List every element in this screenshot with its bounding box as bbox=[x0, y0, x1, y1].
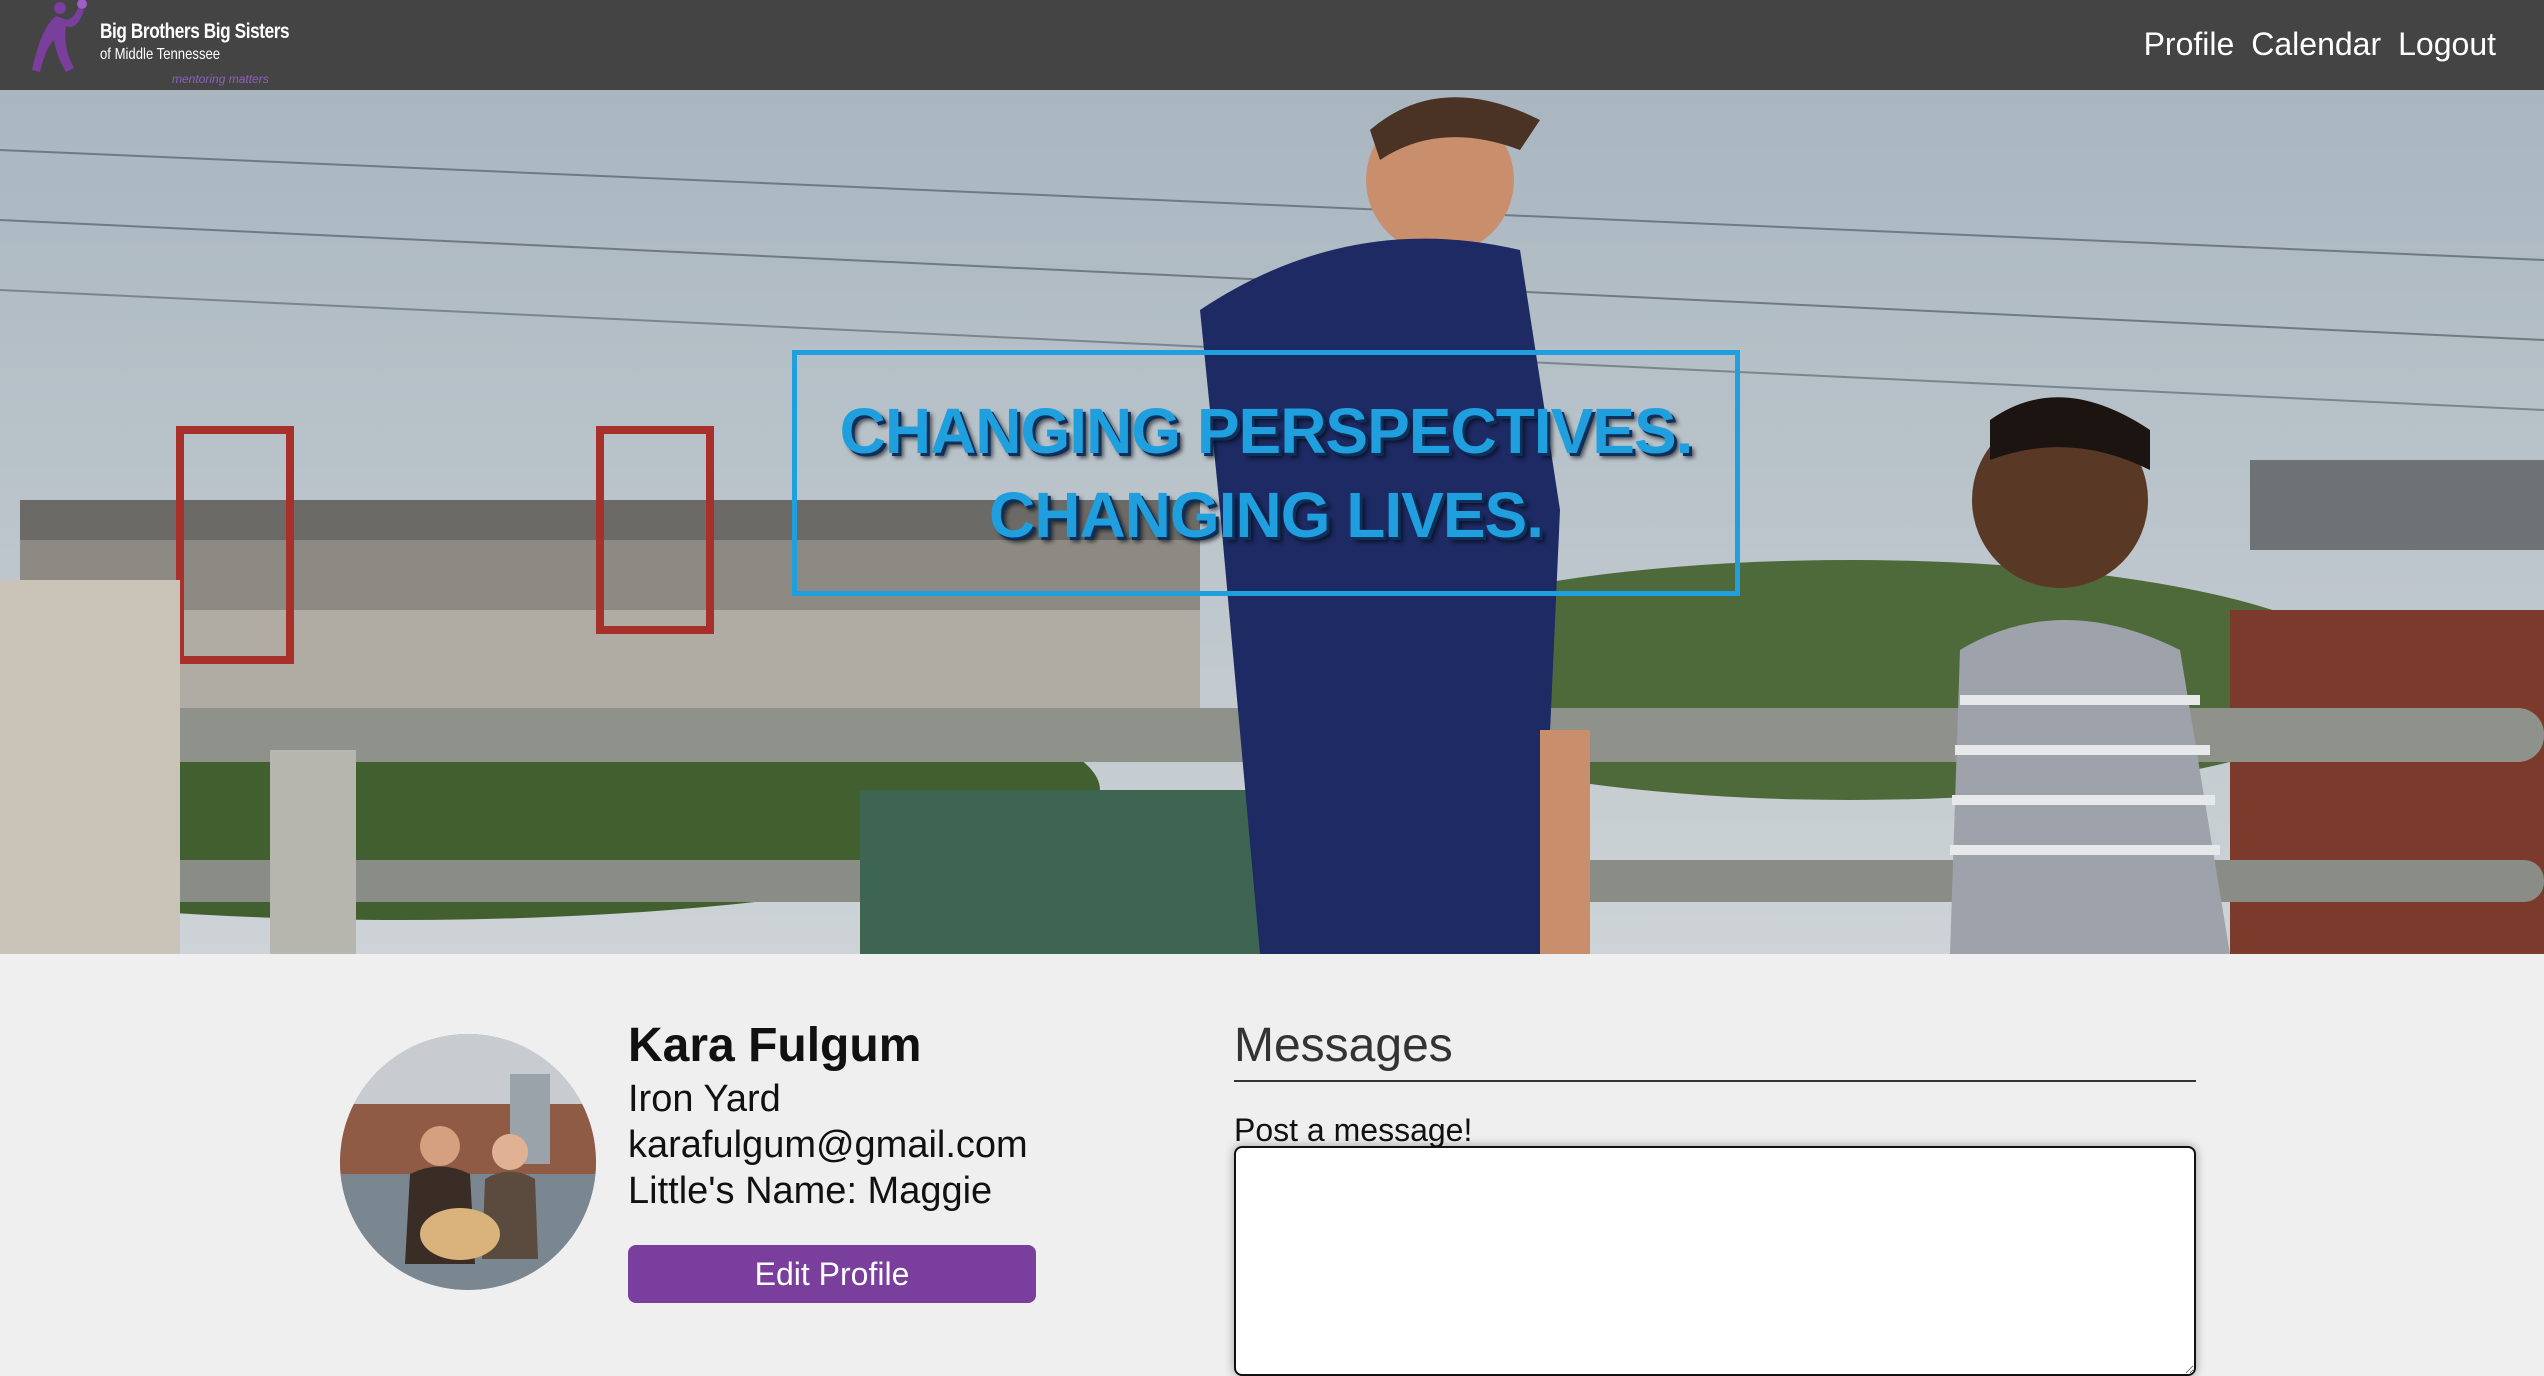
logo-tagline: mentoring matters bbox=[172, 72, 269, 86]
nav-logout-link[interactable]: Logout bbox=[2398, 22, 2496, 66]
messages-title: Messages bbox=[1234, 1016, 2196, 1082]
messages-panel: Messages Post a message! bbox=[1234, 1016, 2196, 1150]
brand-logo[interactable]: Big Brothers Big Sisters of Middle Tenne… bbox=[26, 0, 290, 90]
hero-slogan-box: CHANGING PERSPECTIVES. CHANGING LIVES. bbox=[792, 350, 1740, 596]
hero-slogan-line-2: CHANGING LIVES. bbox=[989, 479, 1544, 551]
logo-subtitle: of Middle Tennessee bbox=[100, 46, 221, 63]
nav-profile-link[interactable]: Profile bbox=[2144, 22, 2235, 66]
profile-info: Kara Fulgum Iron Yard karafulgum@gmail.c… bbox=[628, 1016, 1028, 1214]
edit-profile-button[interactable]: Edit Profile bbox=[628, 1245, 1036, 1303]
post-message-label: Post a message! bbox=[1234, 1112, 1473, 1148]
nav-links: Profile Calendar Logout bbox=[2144, 22, 2496, 66]
profile-little-name: Little's Name: Maggie bbox=[628, 1170, 993, 1212]
profile-organization: Iron Yard bbox=[628, 1078, 781, 1120]
message-input[interactable] bbox=[1234, 1146, 2196, 1376]
logo-figures-icon bbox=[32, 0, 87, 72]
hero-slogan-line-1: CHANGING PERSPECTIVES. bbox=[839, 395, 1694, 467]
profile-email: karafulgum@gmail.com bbox=[628, 1124, 1028, 1166]
nav-calendar-link[interactable]: Calendar bbox=[2251, 22, 2381, 66]
top-navbar: Big Brothers Big Sisters of Middle Tenne… bbox=[0, 0, 2544, 90]
hero-banner: CHANGING PERSPECTIVES. CHANGING LIVES. bbox=[0, 90, 2544, 954]
logo-title: Big Brothers Big Sisters bbox=[100, 20, 290, 43]
profile-name: Kara Fulgum bbox=[628, 1019, 922, 1072]
profile-avatar bbox=[340, 1034, 596, 1290]
